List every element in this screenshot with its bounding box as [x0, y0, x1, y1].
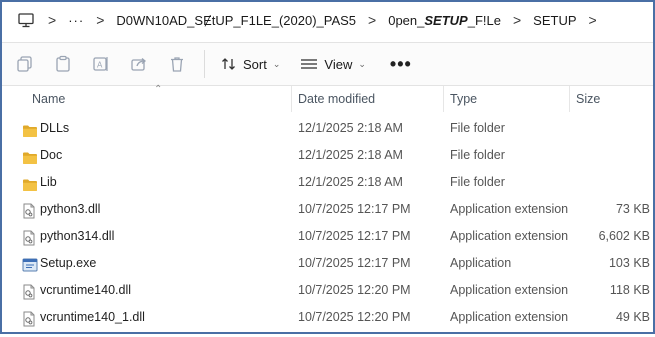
- column-header-type[interactable]: Type: [444, 86, 570, 112]
- file-date-modified: 12/1/2025 2:18 AM: [298, 121, 403, 135]
- file-row[interactable]: vcruntime140_1.dll 10/7/2025 12:20 PM Appl…: [2, 304, 653, 331]
- file-size: 118 KB: [609, 283, 650, 297]
- segment-prefix: 0pen_: [388, 12, 425, 28]
- file-name: vcruntime140.dll: [40, 283, 132, 297]
- breadcrumb-segment-setup[interactable]: SETUP: [533, 13, 576, 28]
- file-size: 73 KB: [615, 202, 650, 216]
- chevron-right-icon[interactable]: >: [96, 12, 104, 28]
- breadcrumb-segment-open-setup[interactable]: 0pen_SETUP_F!Le: [388, 13, 501, 28]
- file-date-modified: 10/7/2025 12:20 PM: [298, 283, 411, 297]
- chevron-down-icon: ⌄: [272, 58, 281, 69]
- file-size: 49 KB: [615, 310, 650, 324]
- breadcrumb: > ··· > D0WN10AD_SɆtUP_F1LE_(2020)_PAS5 …: [2, 2, 653, 38]
- file-name: Doc: [40, 148, 63, 162]
- breadcrumb-segment-download-folder[interactable]: D0WN10AD_SɆtUP_F1LE_(2020)_PAS5: [116, 13, 356, 28]
- command-bar: A Sort ⌄ View ⌄ •••: [2, 42, 653, 86]
- dll-file-icon: [22, 202, 38, 219]
- column-header-size[interactable]: Size: [570, 86, 653, 112]
- file-row[interactable]: python3.dll 10/7/2025 12:17 PM Application…: [2, 196, 653, 223]
- file-type: Application extension: [450, 310, 569, 324]
- column-header-name[interactable]: Name: [26, 86, 292, 112]
- file-type: File folder: [450, 121, 505, 135]
- file-type: Application extension: [450, 202, 569, 216]
- file-date-modified: 10/7/2025 12:17 PM: [298, 256, 411, 270]
- file-row[interactable]: Lib 12/1/2025 2:18 AM File folder: [2, 169, 653, 196]
- dll-file-icon: [22, 283, 38, 300]
- file-name: python314.dll: [40, 229, 115, 243]
- folder-icon: [22, 148, 38, 164]
- folder-icon: [22, 121, 38, 137]
- file-type: File folder: [450, 148, 505, 162]
- chevron-right-icon[interactable]: >: [48, 12, 56, 28]
- file-row[interactable]: python314.dll 10/7/2025 12:17 PM Applicati…: [2, 223, 653, 250]
- breadcrumb-overflow[interactable]: ···: [68, 13, 84, 28]
- file-name: Setup.exe: [40, 256, 97, 270]
- file-date-modified: 12/1/2025 2:18 AM: [298, 175, 403, 189]
- file-type: Application extension: [450, 283, 569, 297]
- file-date-modified: 10/7/2025 12:17 PM: [298, 202, 411, 216]
- file-size: [572, 115, 650, 142]
- paste-icon[interactable]: [44, 48, 82, 80]
- file-row[interactable]: DLLs 12/1/2025 2:18 AM File folder: [2, 115, 653, 142]
- segment-bold: SETUP: [424, 12, 468, 28]
- share-icon[interactable]: [120, 48, 158, 80]
- toolbar-divider: [204, 50, 205, 78]
- file-date-modified: 12/1/2025 2:18 AM: [298, 148, 403, 162]
- file-type: Application extension: [450, 229, 569, 243]
- explorer-window: > ··· > D0WN10AD_SɆtUP_F1LE_(2020)_PAS5 …: [0, 0, 655, 334]
- file-date-modified: 10/7/2025 12:20 PM: [298, 310, 411, 324]
- file-name: DLLs: [40, 121, 70, 135]
- file-size: [572, 169, 650, 196]
- file-row[interactable]: Setup.exe 10/7/2025 12:17 PM Application 10…: [2, 250, 653, 277]
- dll-file-icon: [22, 229, 38, 246]
- view-button[interactable]: View ⌄: [290, 48, 376, 80]
- file-size: [572, 142, 650, 169]
- file-date-modified: 10/7/2025 12:17 PM: [298, 229, 411, 243]
- view-icon: [301, 59, 318, 69]
- dll-file-icon: [22, 310, 38, 327]
- file-name: python3.dll: [40, 202, 101, 216]
- file-size: 103 KB: [608, 256, 650, 270]
- file-row[interactable]: vcruntime140.dll 10/7/2025 12:20 PM Applic…: [2, 277, 653, 304]
- delete-icon[interactable]: [158, 48, 196, 80]
- file-name: vcruntime140_1.dll: [40, 310, 145, 324]
- rename-icon[interactable]: A: [82, 48, 120, 80]
- column-header-date-modified[interactable]: Date modified: [292, 86, 444, 112]
- file-type: Application: [450, 256, 512, 270]
- segment-suffix: _F!Le: [467, 12, 501, 28]
- file-type: File folder: [450, 175, 505, 189]
- svg-text:A: A: [97, 61, 103, 70]
- file-row[interactable]: Doc 12/1/2025 2:18 AM File folder: [2, 142, 653, 169]
- chevron-right-icon[interactable]: >: [368, 12, 376, 28]
- sort-button[interactable]: Sort ⌄: [211, 48, 290, 80]
- file-name: Lib: [40, 175, 57, 189]
- sort-icon: [222, 58, 235, 70]
- column-headers: ⌃ Name Date modified Type Size: [2, 84, 653, 112]
- chevron-down-icon: ⌄: [358, 58, 366, 69]
- this-pc-icon[interactable]: [16, 11, 36, 29]
- chevron-right-icon[interactable]: >: [589, 12, 597, 28]
- folder-icon: [22, 175, 38, 191]
- file-size: 6,602 KB: [598, 229, 650, 243]
- sort-label: Sort: [243, 56, 267, 72]
- chevron-right-icon[interactable]: >: [513, 12, 521, 28]
- view-label: View: [324, 56, 353, 72]
- exe-file-icon: [22, 256, 38, 272]
- more-options-button[interactable]: •••: [376, 54, 426, 75]
- copy-icon[interactable]: [6, 48, 44, 80]
